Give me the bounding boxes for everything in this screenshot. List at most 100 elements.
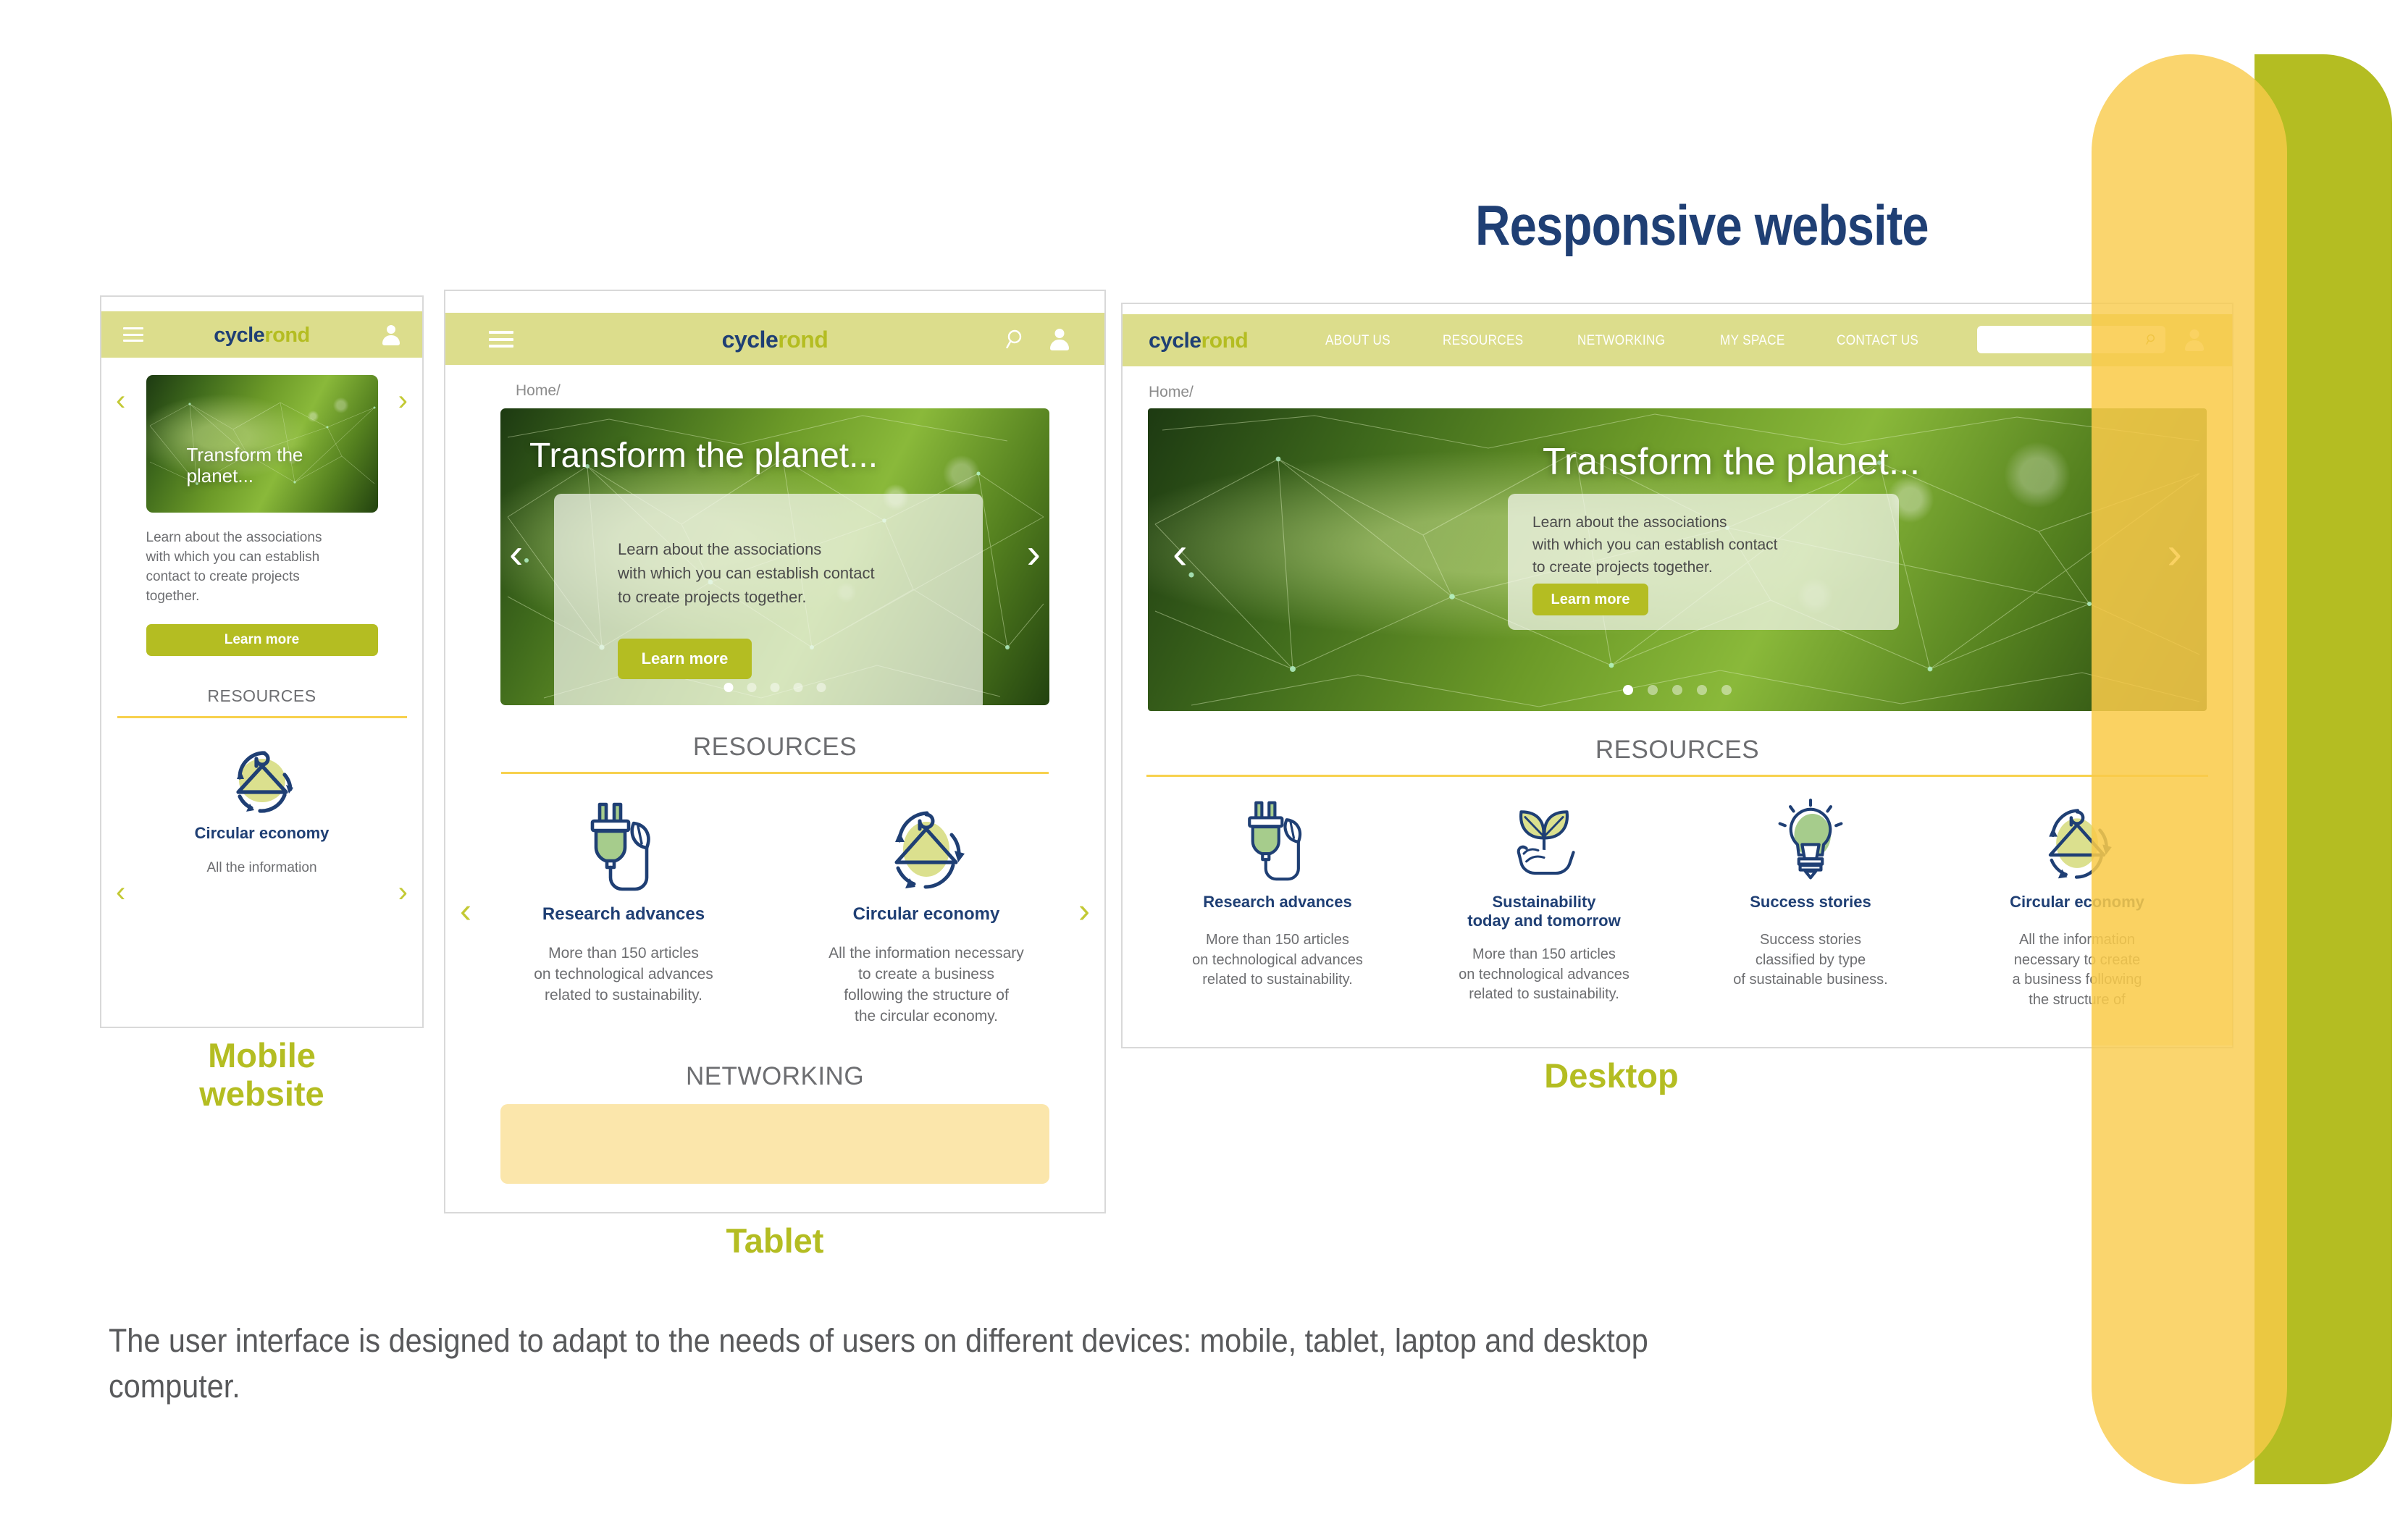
nav-item-about-us[interactable]: ABOUT US xyxy=(1325,333,1391,349)
resource-next-button[interactable]: › xyxy=(398,878,408,906)
desc-line: related to sustainability. xyxy=(1469,986,1619,1003)
desktop-resource-card-desc: Success stories classified by type of su… xyxy=(1702,930,1919,990)
resource-prev-button[interactable]: ‹ xyxy=(116,878,125,906)
brand-logo[interactable]: cyclerond xyxy=(1149,329,1249,353)
device-label-mobile-line2: website xyxy=(199,1074,324,1113)
carousel-dot[interactable] xyxy=(770,683,780,692)
desc-line: following the structure of xyxy=(844,987,1009,1004)
desc-line: related to sustainability. xyxy=(1202,972,1353,988)
mobile-hero-body-line: with which you can establish xyxy=(146,549,320,565)
desc-line: related to sustainability. xyxy=(545,987,702,1004)
hero-body-line: with which you can establish contact xyxy=(618,564,875,582)
desktop-hero-card: Learn about the associations with which … xyxy=(1508,494,1899,630)
desktop-learn-more-button[interactable]: Learn more xyxy=(1532,584,1648,615)
title-line: Sustainability xyxy=(1492,893,1596,911)
tablet-resource-card-desc: All the information necessary to create … xyxy=(818,943,1034,1027)
hand-sprout-icon xyxy=(1498,797,1590,884)
carousel-dot[interactable] xyxy=(723,683,734,692)
device-label-mobile: Mobile website xyxy=(101,1036,422,1113)
resource-next-button[interactable]: › xyxy=(1078,894,1090,929)
hero-body-line: Learn about the associations xyxy=(1532,514,1727,531)
desktop-hero-body: Learn about the associations with which … xyxy=(1532,511,1778,578)
networking-placeholder-block xyxy=(500,1104,1049,1185)
carousel-dot[interactable] xyxy=(1648,685,1658,695)
hero-next-button[interactable]: › xyxy=(398,386,408,415)
desktop-section-heading-resources: RESOURCES xyxy=(1595,736,1760,764)
tablet-hero-card: Learn about the associations with which … xyxy=(554,494,983,705)
hamburger-menu-icon[interactable] xyxy=(489,331,513,348)
tablet-resource-card-research-advances[interactable]: Research advances More than 150 articles… xyxy=(516,799,731,1027)
breadcrumb[interactable]: Home/ xyxy=(1149,384,2232,401)
mobile-learn-more-button[interactable]: Learn more xyxy=(146,623,378,656)
hero-prev-button[interactable]: ‹ xyxy=(1173,531,1188,576)
desktop-resource-card-sustainability[interactable]: Sustainability today and tomorrow More t… xyxy=(1435,797,1653,1010)
tablet-resource-card-title: Research advances xyxy=(542,904,705,924)
mobile-header: cyclerond xyxy=(101,311,422,358)
hanger-recycle-icon xyxy=(875,799,978,894)
desc-line: the circular economy. xyxy=(854,1008,999,1025)
brand-logo[interactable]: cyclerond xyxy=(722,327,829,353)
user-account-icon[interactable] xyxy=(1049,329,1070,350)
brand-logo-part1: cycle xyxy=(214,324,265,347)
carousel-dot[interactable] xyxy=(747,683,757,692)
brand-logo-part2: rond xyxy=(264,324,310,347)
page-title: Responsive website xyxy=(1475,193,1929,257)
carousel-dot[interactable] xyxy=(1721,685,1732,695)
carousel-dots[interactable] xyxy=(723,683,826,692)
nav-item-networking[interactable]: NETWORKING xyxy=(1577,333,1665,349)
brand-logo[interactable]: cyclerond xyxy=(214,324,310,348)
desktop-resource-card-success-stories[interactable]: Success stories Success stories classifi… xyxy=(1702,797,1919,1010)
device-label-mobile-line1: Mobile xyxy=(208,1036,316,1074)
mobile-hero-body: Learn about the associations with which … xyxy=(146,529,378,607)
desktop-resource-card-research-advances[interactable]: Research advances More than 150 articles… xyxy=(1169,797,1386,1010)
desktop-hero-carousel[interactable]: Transform the planet... Learn about the … xyxy=(1148,408,2207,711)
carousel-dot[interactable] xyxy=(1623,685,1633,695)
plug-leaf-icon xyxy=(1231,797,1324,884)
brand-logo-part2: rond xyxy=(778,327,829,353)
hero-next-button[interactable]: › xyxy=(1027,533,1041,575)
tablet-learn-more-button[interactable]: Learn more xyxy=(618,639,752,679)
hamburger-menu-icon[interactable] xyxy=(123,327,143,342)
carousel-dot[interactable] xyxy=(1697,685,1707,695)
desc-line: More than 150 articles xyxy=(1472,946,1616,962)
mobile-hero-carousel[interactable]: Transform the planet... xyxy=(146,375,378,513)
tablet-resource-card-desc: More than 150 articles on technological … xyxy=(516,943,731,1006)
hanger-recycle-icon xyxy=(222,737,302,815)
desc-line: All the information necessary xyxy=(829,945,1024,962)
hero-prev-button[interactable]: ‹ xyxy=(116,386,125,415)
hero-body-line: to create projects together. xyxy=(1532,559,1713,576)
decorative-right-panel xyxy=(2092,54,2392,1484)
breadcrumb[interactable]: Home/ xyxy=(516,382,1104,400)
nav-item-resources[interactable]: RESOURCES xyxy=(1443,333,1524,349)
desc-line: on technological advances xyxy=(534,966,713,983)
desktop-mockup: cyclerond ABOUT US RESOURCES NETWORKING … xyxy=(1123,314,2232,1045)
tablet-section-heading-resources: RESOURCES xyxy=(692,733,857,761)
brand-logo-part1: cycle xyxy=(721,327,779,353)
desktop-resource-card-title: Success stories xyxy=(1750,893,1871,911)
user-account-icon[interactable] xyxy=(382,325,400,345)
brand-logo-part1: cycle xyxy=(1149,329,1201,353)
carousel-dots[interactable] xyxy=(1623,685,1732,695)
desc-line: Success stories xyxy=(1759,931,1862,948)
figure-caption: The user interface is designed to adapt … xyxy=(109,1322,1648,1405)
tablet-hero-carousel[interactable]: Transform the planet... Learn about the … xyxy=(500,408,1049,705)
desktop-resource-card-title: Sustainability today and tomorrow xyxy=(1435,893,1653,930)
nav-item-contact-us[interactable]: CONTACT US xyxy=(1837,333,1918,349)
mobile-resource-card-title: Circular economy xyxy=(194,823,330,842)
mobile-hero-title: Transform the planet... xyxy=(186,444,303,487)
desc-line: More than 150 articles xyxy=(548,945,699,962)
resource-prev-button[interactable]: ‹ xyxy=(460,894,471,929)
section-rule xyxy=(501,772,1049,774)
carousel-dot[interactable] xyxy=(1672,685,1682,695)
tablet-resource-card-circular-economy[interactable]: Circular economy All the information nec… xyxy=(818,799,1034,1027)
mobile-resource-card-circular-economy[interactable]: Circular economy All the information xyxy=(101,737,422,878)
mobile-hero-body-line: contact to create projects xyxy=(146,568,300,584)
carousel-dot[interactable] xyxy=(793,683,803,692)
nav-item-my-space[interactable]: MY SPACE xyxy=(1720,333,1785,349)
desktop-nav: ABOUT US RESOURCES NETWORKING MY SPACE C… xyxy=(1325,333,1928,349)
carousel-dot[interactable] xyxy=(816,683,826,692)
desc-line: classified by type xyxy=(1755,951,1866,968)
desc-line: on technological advances xyxy=(1192,951,1363,968)
search-icon[interactable] xyxy=(1006,329,1025,350)
hero-prev-button[interactable]: ‹ xyxy=(509,533,523,575)
